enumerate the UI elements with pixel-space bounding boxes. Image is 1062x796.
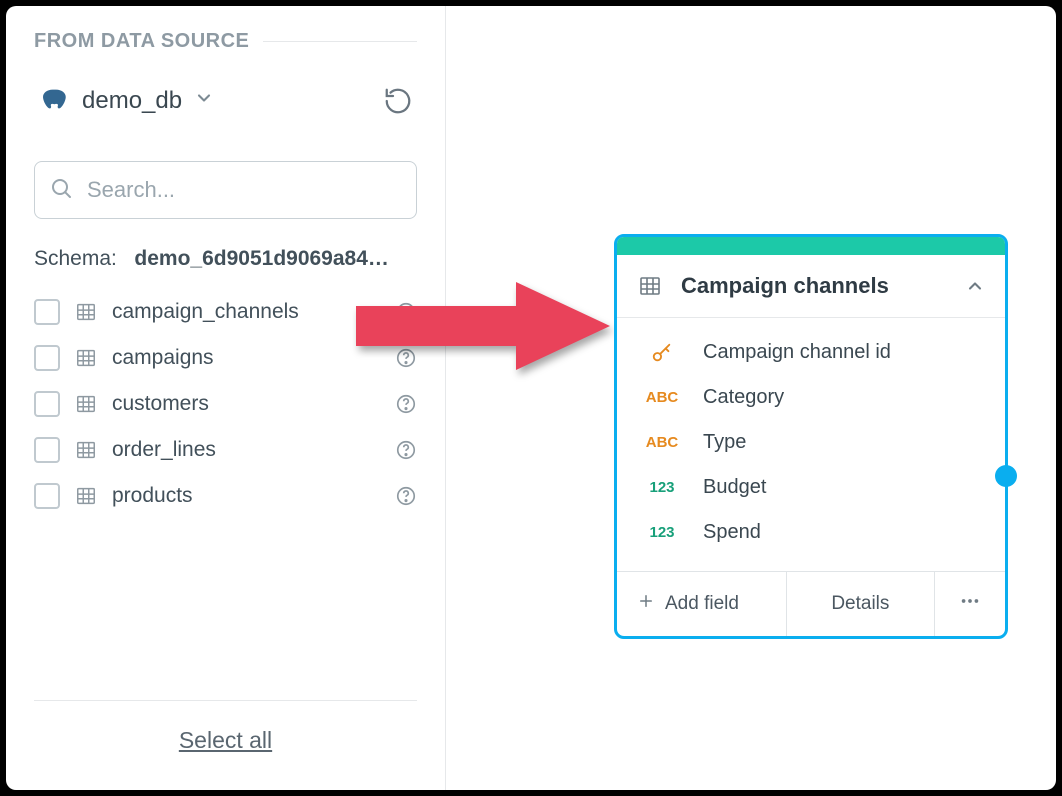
table-name: order_lines (112, 438, 381, 462)
field-row[interactable]: ABC Category (617, 375, 1005, 420)
field-label: Category (703, 386, 784, 409)
table-row[interactable]: customers (34, 381, 417, 427)
search-input[interactable] (87, 177, 402, 203)
field-row[interactable]: 123 Budget (617, 465, 1005, 510)
schema-label: Schema: (34, 247, 117, 270)
table-row[interactable]: campaign_channels (34, 289, 417, 335)
table-list: campaign_channels campaigns (34, 289, 417, 519)
table-icon (74, 485, 98, 507)
field-row[interactable]: 123 Spend (617, 510, 1005, 555)
field-label: Spend (703, 521, 761, 544)
checkbox[interactable] (34, 483, 60, 509)
card-title: Campaign channels (681, 273, 947, 299)
chevron-down-icon (194, 87, 214, 115)
help-icon[interactable] (395, 393, 417, 415)
refresh-button[interactable] (379, 82, 417, 120)
entity-card[interactable]: Campaign channels Campaign channel id AB… (614, 234, 1008, 639)
text-type-icon: ABC (641, 389, 683, 406)
table-name: campaigns (112, 346, 381, 370)
table-icon (74, 393, 98, 415)
card-header: Campaign channels (617, 255, 1005, 318)
help-icon[interactable] (395, 485, 417, 507)
search-field-wrapper[interactable] (34, 161, 417, 219)
table-icon (74, 301, 98, 323)
select-all-link[interactable]: Select all (179, 727, 272, 754)
field-row[interactable]: Campaign channel id (617, 330, 1005, 375)
table-name: customers (112, 392, 381, 416)
number-type-icon: 123 (641, 479, 683, 496)
card-stripe (617, 237, 1005, 255)
postgresql-icon (42, 87, 70, 115)
table-icon (637, 274, 663, 298)
table-name: products (112, 484, 381, 508)
table-name: campaign_channels (112, 300, 381, 324)
table-icon (74, 439, 98, 461)
field-row[interactable]: ABC Type (617, 420, 1005, 465)
help-icon[interactable] (395, 347, 417, 369)
details-label: Details (831, 593, 889, 615)
table-row[interactable]: campaigns (34, 335, 417, 381)
text-type-icon: ABC (641, 434, 683, 451)
data-source-sidebar: FROM DATA SOURCE demo_db S (6, 6, 446, 790)
number-type-icon: 123 (641, 524, 683, 541)
add-field-label: Add field (665, 593, 739, 615)
add-field-button[interactable]: Add field (617, 572, 787, 636)
checkbox[interactable] (34, 299, 60, 325)
datasource-selector[interactable]: demo_db (34, 79, 228, 123)
field-list: Campaign channel id ABC Category ABC Typ… (617, 318, 1005, 571)
table-row[interactable]: products (34, 473, 417, 519)
details-button[interactable]: Details (787, 572, 935, 636)
datasource-name: demo_db (82, 87, 182, 115)
search-icon (49, 176, 73, 205)
table-icon (74, 347, 98, 369)
schema-name: demo_6d9051d9069a84… (134, 247, 389, 270)
checkbox[interactable] (34, 391, 60, 417)
key-icon (641, 342, 683, 364)
checkbox[interactable] (34, 345, 60, 371)
plus-icon (637, 592, 655, 616)
more-button[interactable] (935, 572, 1005, 636)
card-actions: Add field Details (617, 571, 1005, 636)
field-label: Campaign channel id (703, 341, 891, 364)
section-title: FROM DATA SOURCE (34, 30, 417, 53)
field-label: Type (703, 431, 746, 454)
help-icon[interactable] (395, 301, 417, 323)
field-label: Budget (703, 476, 766, 499)
table-row[interactable]: order_lines (34, 427, 417, 473)
more-icon (959, 590, 981, 618)
connection-handle[interactable] (995, 465, 1017, 487)
checkbox[interactable] (34, 437, 60, 463)
help-icon[interactable] (395, 439, 417, 461)
schema-row: Schema: demo_6d9051d9069a84… (34, 247, 417, 271)
collapse-button[interactable] (965, 276, 985, 296)
